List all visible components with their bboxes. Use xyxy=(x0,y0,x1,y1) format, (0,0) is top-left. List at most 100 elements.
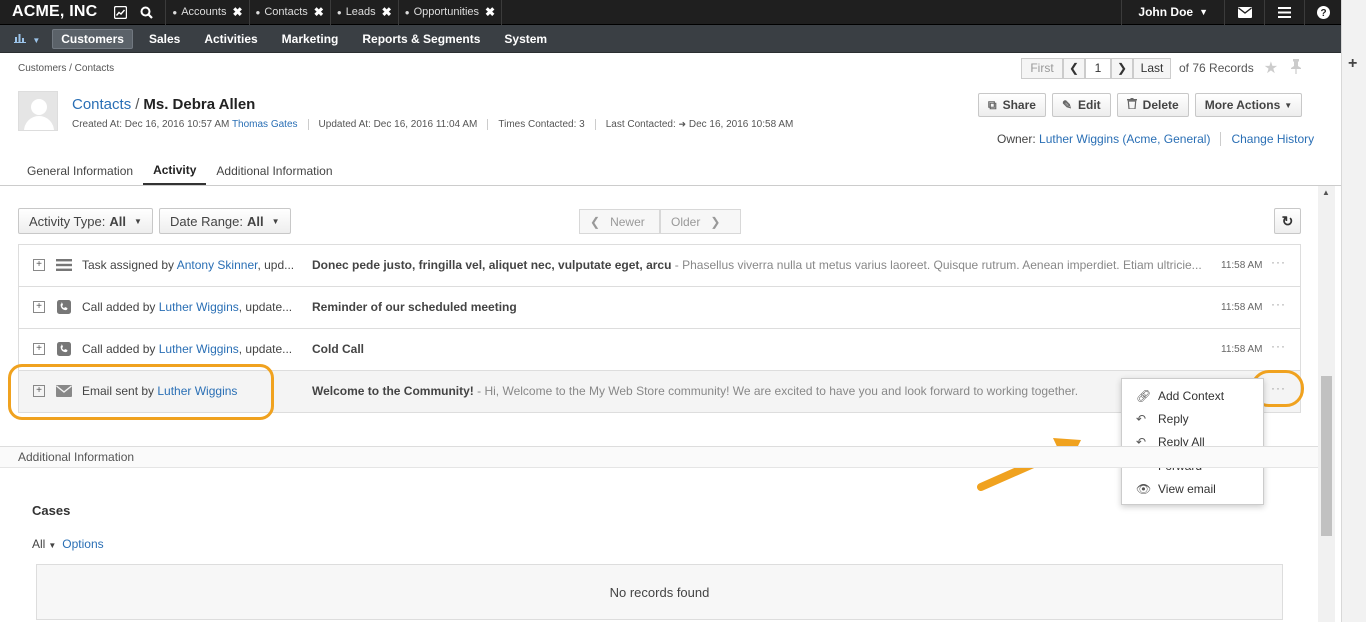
tab-general-information[interactable]: General Information xyxy=(17,156,143,185)
menu-item-label: Add Context xyxy=(1158,388,1225,403)
activity-subject-text: Welcome to the Community! xyxy=(312,384,474,398)
activity-prefix: Call added by xyxy=(82,300,159,314)
dot-icon: ● xyxy=(255,7,261,17)
pinned-tab-contacts[interactable]: ● Contacts ✖ xyxy=(248,0,330,25)
nav-marketing[interactable]: Marketing xyxy=(270,29,351,49)
expand-icon[interactable]: + xyxy=(33,301,45,313)
caret-down-icon: ▼ xyxy=(32,35,41,45)
delete-label: Delete xyxy=(1142,98,1179,112)
caret-down-icon: ▼ xyxy=(133,216,142,226)
pinned-tab-accounts[interactable]: ● Accounts ✖ xyxy=(165,0,248,25)
last-contacted-label: Last Contacted: xyxy=(605,119,676,130)
envelope-icon[interactable] xyxy=(1224,0,1264,25)
first-button[interactable]: First xyxy=(1021,57,1063,79)
user-menu[interactable]: John Doe ▼ xyxy=(1121,0,1224,25)
expand-icon[interactable]: + xyxy=(33,259,45,271)
owner-info: Owner: Luther Wiggins (Acme, General) Ch… xyxy=(997,132,1314,146)
dot-icon: ● xyxy=(404,7,410,17)
nav-reports-segments[interactable]: Reports & Segments xyxy=(350,29,492,49)
activity-type-filter[interactable]: Activity Type: All ▼ xyxy=(18,208,153,234)
sign-in-icon: ➜ xyxy=(678,119,687,129)
pin-icon[interactable] xyxy=(1290,58,1302,78)
context-menu: 🔗︎Add Context ↶Reply ↶Reply All ↷Forward… xyxy=(1121,378,1264,505)
owner-org-link[interactable]: (Acme, General) xyxy=(1122,132,1210,146)
cases-all-dropdown[interactable]: All ▼ xyxy=(32,537,62,551)
next-button[interactable]: ❯ xyxy=(1111,57,1133,79)
scroll-thumb[interactable] xyxy=(1321,376,1332,536)
owner-link[interactable]: Luther Wiggins xyxy=(1039,132,1119,146)
tab-activity[interactable]: Activity xyxy=(143,156,207,185)
tab-additional-information[interactable]: Additional Information xyxy=(206,156,342,185)
dashboard-icon[interactable] xyxy=(107,0,133,25)
activity-prefix: Call added by xyxy=(82,342,159,356)
newer-button[interactable]: ❮ Newer xyxy=(579,209,660,234)
created-by-link[interactable]: Thomas Gates xyxy=(232,119,298,130)
edit-icon: ✎ xyxy=(1061,98,1072,112)
expand-icon[interactable]: + xyxy=(33,343,45,355)
date-range-filter[interactable]: Date Range: All ▼ xyxy=(159,208,291,234)
share-button[interactable]: ⧉ Share xyxy=(978,93,1046,117)
records-count: of 76 Records xyxy=(1179,61,1254,75)
bar-chart-icon[interactable]: ▼ xyxy=(0,32,48,46)
more-options-icon[interactable]: ··· xyxy=(1271,339,1286,353)
edit-button[interactable]: ✎ Edit xyxy=(1051,93,1111,117)
activity-row[interactable]: + Task assigned by Antony Skinner, upd..… xyxy=(18,245,1301,287)
activity-type-value: All xyxy=(109,213,126,229)
scroll-up-icon[interactable]: ▲ xyxy=(1322,188,1330,197)
pinned-tab-leads[interactable]: ● Leads ✖ xyxy=(329,0,398,25)
menu-item-add-context[interactable]: 🔗︎ Add Context xyxy=(1122,384,1263,407)
activity-user-link[interactable]: Luther Wiggins xyxy=(159,300,239,314)
activity-row[interactable]: + Call added by Luther Wiggins, update..… xyxy=(18,287,1301,329)
change-history-link[interactable]: Change History xyxy=(1231,132,1314,146)
plus-icon[interactable]: + xyxy=(1348,55,1357,73)
pinned-tab-opportunities[interactable]: ● Opportunities ✖ xyxy=(397,0,503,25)
help-icon[interactable]: ? xyxy=(1304,0,1341,25)
menu-item-view-email[interactable]: 👁︎ View email xyxy=(1122,477,1263,500)
activity-user-link[interactable]: Luther Wiggins xyxy=(159,342,239,356)
page-title: Contacts / Ms. Debra Allen xyxy=(72,96,255,113)
page-number[interactable]: 1 xyxy=(1085,57,1111,79)
search-icon[interactable] xyxy=(133,0,159,25)
caret-down-icon: ▼ xyxy=(271,216,280,226)
avatar xyxy=(18,91,58,131)
tab-label: Accounts xyxy=(181,6,227,18)
delete-button[interactable]: Delete xyxy=(1116,93,1189,117)
nav-sales[interactable]: Sales xyxy=(137,29,192,49)
caret-down-icon: ▼ xyxy=(1284,100,1293,110)
close-icon[interactable]: ✖ xyxy=(314,5,324,19)
times-contacted: Times Contacted: 3 xyxy=(487,119,594,130)
eye-icon: 👁︎ xyxy=(1136,481,1152,496)
close-icon[interactable]: ✖ xyxy=(232,5,242,19)
star-icon[interactable]: ★ xyxy=(1264,58,1278,78)
dot-icon: ● xyxy=(172,7,178,17)
close-icon[interactable]: ✖ xyxy=(485,5,495,19)
cases-options-link[interactable]: Options xyxy=(62,537,103,551)
menu-item-reply[interactable]: ↶ Reply xyxy=(1122,407,1263,430)
tab-label: Opportunities xyxy=(413,6,480,18)
brand-logo[interactable]: ACME, INC xyxy=(0,3,107,21)
activity-user-link[interactable]: Antony Skinner xyxy=(177,258,258,272)
older-button[interactable]: Older ❯ xyxy=(660,209,741,234)
record-name: Ms. Debra Allen xyxy=(143,96,256,113)
activity-author: Call added by Luther Wiggins, update... xyxy=(82,342,298,356)
close-icon[interactable]: ✖ xyxy=(382,5,392,19)
activity-subject: Reminder of our scheduled meeting xyxy=(312,300,1208,314)
chevron-right-icon: ❯ xyxy=(1116,61,1128,75)
main-scrollbar[interactable]: ▲ xyxy=(1318,186,1335,622)
more-actions-button[interactable]: More Actions ▼ xyxy=(1194,93,1303,117)
nav-activities[interactable]: Activities xyxy=(192,29,269,49)
menu-icon[interactable] xyxy=(1264,0,1304,25)
activity-time: 11:58 AM xyxy=(1221,260,1263,271)
more-options-icon[interactable]: ··· xyxy=(1271,297,1286,311)
prev-button[interactable]: ❮ xyxy=(1063,57,1085,79)
activity-author: Task assigned by Antony Skinner, upd... xyxy=(82,258,298,272)
avatar-head xyxy=(31,99,47,115)
refresh-button[interactable]: ↻ xyxy=(1274,208,1301,234)
last-button[interactable]: Last xyxy=(1133,57,1171,79)
entity-link[interactable]: Contacts xyxy=(72,96,131,113)
nav-customers[interactable]: Customers xyxy=(52,28,133,49)
updated-at: Updated At: Dec 16, 2016 11:04 AM xyxy=(307,119,488,130)
more-options-icon[interactable]: ··· xyxy=(1271,255,1286,269)
divider xyxy=(1220,132,1222,146)
nav-system[interactable]: System xyxy=(492,29,559,49)
